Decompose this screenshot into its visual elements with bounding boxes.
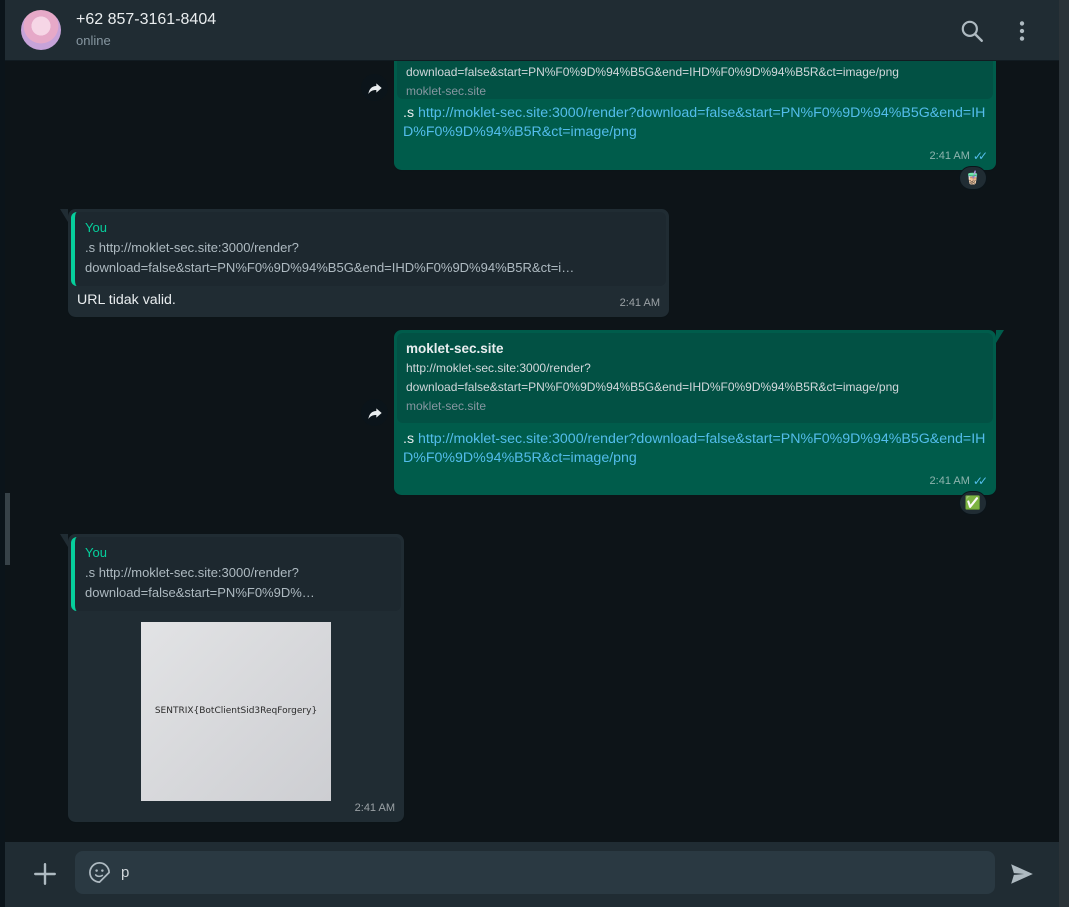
message-incoming-image[interactable]: You .s http://moklet-sec.site:3000/rende… bbox=[60, 534, 404, 822]
quote-author: You bbox=[85, 545, 107, 560]
link-preview[interactable]: moklet-sec.site http://moklet-sec.site:3… bbox=[397, 333, 993, 423]
read-ticks-icon: ✓✓ bbox=[972, 474, 988, 488]
forward-icon bbox=[367, 407, 382, 419]
message-incoming[interactable]: You .s http://moklet-sec.site:3000/rende… bbox=[60, 209, 669, 317]
message-input[interactable] bbox=[121, 851, 981, 894]
message-link[interactable]: http://moklet-sec.site:3000/render?downl… bbox=[403, 105, 985, 140]
message-text: .s http://moklet-sec.site:3000/render?do… bbox=[403, 104, 986, 142]
contact-status: online bbox=[76, 33, 111, 48]
message-outgoing[interactable]: download=false&start=PN%F0%9D%94%B5G&end… bbox=[394, 61, 996, 170]
message-meta: 2:41 AM bbox=[620, 294, 660, 313]
link-preview-domain: moklet-sec.site bbox=[406, 399, 487, 413]
image-text: SENTRIX{BotClientSid3ReqForgery} bbox=[154, 706, 318, 716]
sticker-icon[interactable] bbox=[88, 861, 111, 884]
link-preview-url: download=false&start=PN%F0%9D%94%B5G&end… bbox=[406, 380, 899, 394]
forward-button[interactable] bbox=[361, 399, 388, 426]
bubble-tail bbox=[60, 209, 68, 222]
message-meta: 2:41 AM ✓✓ bbox=[929, 472, 989, 491]
message-time: 2:41 AM bbox=[354, 802, 395, 814]
message-prefix: .s bbox=[403, 105, 418, 121]
contact-name: +62 857-3161-8404 bbox=[76, 11, 217, 28]
reaction-badge[interactable]: 🧋 bbox=[959, 166, 987, 190]
menu-icon[interactable] bbox=[1009, 18, 1035, 44]
message-outgoing[interactable]: moklet-sec.site http://moklet-sec.site:3… bbox=[394, 330, 1004, 495]
quote-text: download=false&start=PN%F0%9D%… bbox=[85, 585, 315, 600]
message-time: 2:41 AM bbox=[929, 475, 970, 487]
search-icon[interactable] bbox=[959, 18, 985, 44]
plus-icon[interactable] bbox=[32, 861, 58, 887]
message-text: URL tidak valid. bbox=[77, 292, 176, 308]
scrollbar-thumb[interactable] bbox=[5, 493, 10, 565]
message-meta: 2:41 AM ✓✓ bbox=[929, 147, 989, 166]
message-text: .s http://moklet-sec.site:3000/render?do… bbox=[403, 430, 986, 468]
quote-text: .s http://moklet-sec.site:3000/render? bbox=[85, 565, 299, 580]
quote-text: download=false&start=PN%F0%9D%94%B5G&end… bbox=[85, 260, 575, 275]
forward-button[interactable] bbox=[361, 74, 388, 101]
quote-author: You bbox=[85, 220, 107, 235]
window-edge bbox=[1059, 0, 1069, 907]
quoted-message[interactable]: You .s http://moklet-sec.site:3000/rende… bbox=[71, 212, 666, 286]
reaction-badge[interactable]: ✅ bbox=[959, 491, 987, 515]
send-icon[interactable] bbox=[1009, 861, 1035, 887]
message-time: 2:41 AM bbox=[929, 150, 970, 162]
message-prefix: .s bbox=[403, 431, 418, 447]
reaction-emoji: 🧋 bbox=[964, 170, 982, 185]
message-link[interactable]: http://moklet-sec.site:3000/render?downl… bbox=[403, 431, 985, 466]
chat-header[interactable]: +62 857-3161-8404 online bbox=[5, 0, 1059, 61]
quoted-message[interactable]: You .s http://moklet-sec.site:3000/rende… bbox=[71, 537, 401, 611]
read-ticks-icon: ✓✓ bbox=[972, 149, 988, 163]
message-time: 2:41 AM bbox=[619, 297, 660, 309]
contact-info[interactable]: +62 857-3161-8404 online bbox=[76, 10, 216, 50]
link-preview-url: http://moklet-sec.site:3000/render? bbox=[406, 361, 591, 375]
composer-bar bbox=[5, 842, 1059, 907]
reaction-emoji: ✅ bbox=[964, 495, 982, 510]
link-preview-domain: moklet-sec.site bbox=[406, 84, 487, 98]
link-preview-title: moklet-sec.site bbox=[406, 341, 504, 356]
bubble-tail bbox=[996, 330, 1004, 343]
link-preview-url: download=false&start=PN%F0%9D%94%B5G&end… bbox=[406, 65, 899, 79]
quote-text: .s http://moklet-sec.site:3000/render? bbox=[85, 240, 299, 255]
image-attachment[interactable]: SENTRIX{BotClientSid3ReqForgery} bbox=[141, 622, 331, 801]
avatar[interactable] bbox=[21, 10, 61, 50]
link-preview[interactable]: download=false&start=PN%F0%9D%94%B5G&end… bbox=[397, 61, 993, 99]
message-meta: 2:41 AM bbox=[355, 799, 395, 818]
forward-icon bbox=[367, 82, 382, 94]
bubble-tail bbox=[60, 534, 68, 547]
chat-area[interactable]: download=false&start=PN%F0%9D%94%B5G&end… bbox=[5, 61, 1059, 842]
message-input-box[interactable] bbox=[75, 851, 995, 894]
